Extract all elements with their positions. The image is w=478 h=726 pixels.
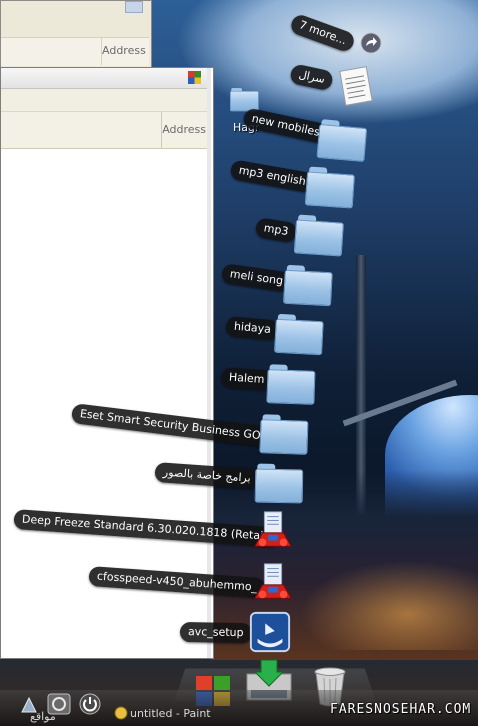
gear-icon[interactable] bbox=[46, 692, 72, 716]
folder-icon[interactable] bbox=[304, 166, 356, 209]
folder-icon[interactable] bbox=[254, 463, 304, 505]
installer-icon[interactable] bbox=[250, 508, 296, 552]
folder-icon[interactable] bbox=[316, 119, 368, 163]
explorer-window-back[interactable]: Address bbox=[0, 0, 152, 68]
folder-icon[interactable] bbox=[259, 414, 309, 456]
document-icon[interactable] bbox=[333, 64, 379, 108]
folder-icon[interactable] bbox=[283, 264, 333, 307]
stack-item-label[interactable]: avc_setup bbox=[179, 622, 252, 644]
taskbar-paint-button[interactable]: untitled - Paint bbox=[130, 707, 211, 720]
scrollbar-thumb[interactable] bbox=[125, 1, 143, 13]
shield-icon[interactable] bbox=[188, 71, 201, 84]
window-title-bar[interactable] bbox=[1, 68, 211, 89]
address-label: Address bbox=[161, 112, 211, 148]
power-icon[interactable] bbox=[78, 692, 102, 716]
window-border bbox=[207, 68, 211, 658]
watermark-text: FARESNOSEHAR.COM bbox=[330, 702, 472, 717]
folder-icon[interactable] bbox=[274, 313, 324, 356]
folder-icon[interactable] bbox=[266, 364, 316, 406]
folder-icon[interactable] bbox=[293, 214, 345, 257]
paint-icon bbox=[114, 706, 128, 720]
stack-item-label[interactable]: Halem bbox=[220, 367, 274, 391]
window-toolbar[interactable] bbox=[1, 89, 211, 112]
installer-icon[interactable] bbox=[250, 560, 296, 604]
address-label: Address bbox=[101, 37, 149, 65]
more-arrow-icon[interactable] bbox=[360, 32, 382, 54]
wallpaper-lights bbox=[300, 560, 478, 650]
avc-icon[interactable] bbox=[247, 610, 293, 654]
